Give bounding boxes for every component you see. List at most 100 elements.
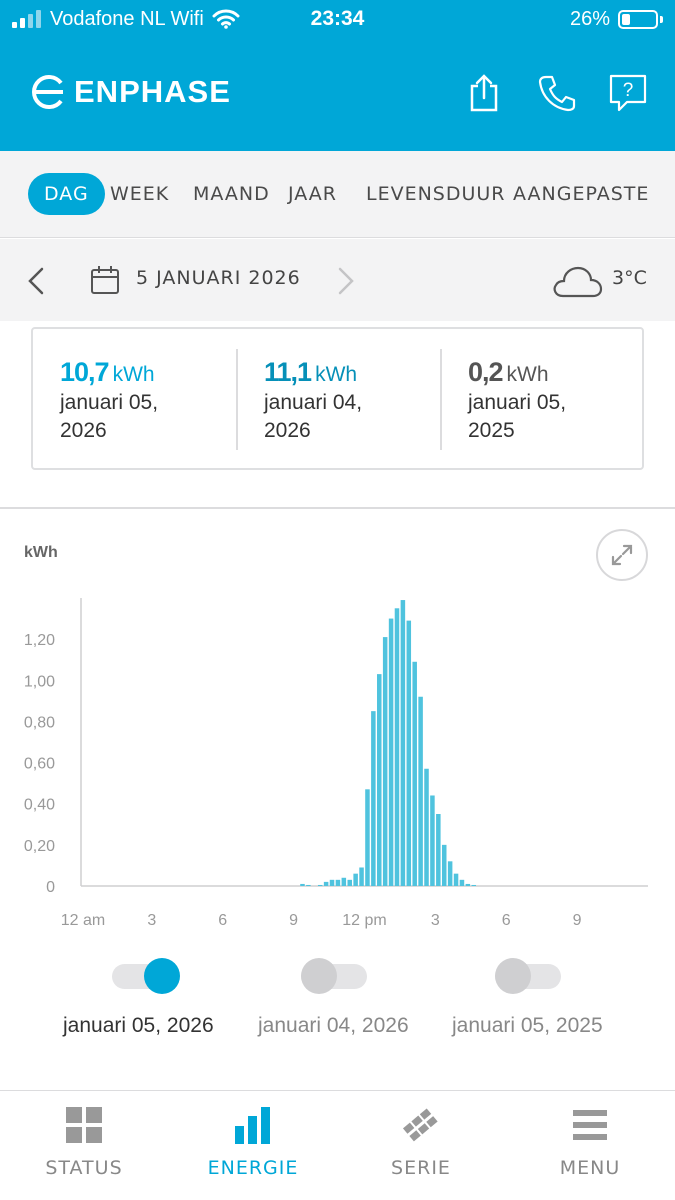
chart-bar — [394, 608, 400, 886]
phone-icon[interactable] — [538, 74, 576, 117]
previous-day-button[interactable] — [26, 267, 46, 295]
hamburger-icon — [573, 1110, 607, 1140]
summary-date-line2: 2026 — [264, 419, 311, 442]
calendar-icon[interactable] — [90, 265, 120, 295]
bar-chart-icon — [235, 1107, 270, 1144]
chart-y-tick-label: 1,20 — [24, 632, 55, 649]
tab-aangepaste[interactable]: AANGEPASTE — [513, 173, 649, 215]
chart-bar — [430, 795, 435, 886]
chart-x-tick-label: 12 pm — [342, 912, 386, 929]
summary-value: 11,1 — [264, 357, 312, 387]
nav-menu-label: MENU — [559, 1157, 621, 1179]
legend-label-last-year: januari 05, 2025 — [452, 1014, 603, 1037]
battery-percent: 26% — [569, 8, 610, 30]
tab-jaar[interactable]: JAAR — [288, 173, 337, 215]
chart-bar — [382, 637, 388, 886]
legend-label-yesterday: januari 04, 2026 — [258, 1014, 409, 1037]
summary-value: 10,7 — [60, 357, 110, 387]
legend-toggle-last-year[interactable] — [495, 958, 563, 994]
chart-bar — [441, 844, 447, 886]
cloud-icon — [553, 266, 603, 298]
chart-y-tick-label: 0,40 — [24, 797, 55, 814]
chart-y-tick-label: 1,00 — [24, 673, 55, 690]
chart-bar — [323, 881, 329, 886]
nav-energie[interactable]: ENERGIE — [169, 1106, 337, 1179]
bottom-nav-divider — [0, 1090, 675, 1091]
chart-y-axis-label: kWh — [24, 544, 58, 561]
tab-levensduur[interactable]: LEVENSDUUR — [366, 173, 506, 215]
chart-bar — [418, 696, 423, 886]
chart-y-tick-label: 0 — [46, 879, 55, 896]
chart-bar — [424, 768, 429, 886]
chart-bar — [388, 618, 394, 886]
expand-icon — [611, 544, 633, 566]
summary-date-line1: januari 04, — [264, 391, 363, 414]
chart-bar — [317, 884, 323, 886]
legend-toggle-today[interactable] — [112, 958, 180, 994]
chart-x-tick-label: 3 — [147, 912, 156, 929]
chart-bar — [329, 879, 335, 886]
legend-toggle-yesterday[interactable] — [301, 958, 369, 994]
chart-bar — [341, 877, 347, 886]
help-glyph: ? — [623, 80, 634, 101]
nav-energie-label: ENERGIE — [207, 1157, 299, 1179]
battery-icon — [618, 9, 658, 29]
next-day-button[interactable] — [336, 267, 356, 295]
summary-date-line2: 2025 — [468, 419, 515, 442]
enphase-logo-icon — [32, 75, 63, 109]
chart-bar — [353, 873, 358, 886]
enphase-logo: ENPHASE — [30, 74, 231, 110]
chart-x-tick-label: 9 — [289, 912, 298, 929]
tab-maand[interactable]: MAAND — [193, 173, 270, 215]
solar-panel-icon — [402, 1108, 438, 1142]
chart-bar — [406, 620, 412, 886]
nav-menu[interactable]: MENU — [506, 1106, 674, 1179]
grid-icon — [66, 1107, 102, 1143]
chart-bar — [365, 789, 370, 886]
share-icon[interactable] — [466, 74, 502, 117]
expand-chart-button[interactable] — [596, 529, 648, 581]
nav-serie[interactable]: SERIE — [337, 1106, 505, 1179]
nav-status[interactable]: STATUS — [0, 1106, 168, 1179]
chart-y-tick-label: 0,60 — [24, 756, 55, 773]
summary-unit: kWh — [315, 363, 358, 386]
app-header: Vodafone NL Wifi 23:34 26% ENPHASE ? — [0, 0, 675, 151]
chart-bar — [347, 879, 352, 886]
summary-unit: kWh — [112, 363, 155, 386]
chart-bar — [306, 884, 311, 886]
tab-dag[interactable]: DAG — [28, 173, 105, 215]
chart-bar — [453, 873, 459, 886]
summary-unit: kWh — [506, 363, 549, 386]
chart-x-tick-label: 9 — [573, 912, 582, 929]
chart-bar — [377, 674, 382, 886]
selected-date[interactable]: 5 JANUARI 2026 — [136, 267, 301, 289]
chart-bar — [300, 883, 305, 886]
chart-x-tick-label: 6 — [502, 912, 511, 929]
chart-x-tick-label: 12 am — [61, 912, 105, 929]
energy-summary-card: 10,7 kWh januari 05, 2026 11,1 kWh januari… — [31, 327, 644, 470]
nav-serie-label: SERIE — [391, 1157, 451, 1179]
chart-x-tick-label: 3 — [431, 912, 440, 929]
chart-bar — [447, 861, 453, 886]
legend-label-today: januari 05, 2026 — [63, 1014, 214, 1037]
tab-week[interactable]: WEEK — [110, 173, 169, 215]
help-icon[interactable]: ? — [609, 74, 647, 117]
chart-bar — [371, 711, 376, 886]
period-tabs: DAG WEEK MAAND JAAR LEVENSDUUR AANGEPAST… — [0, 151, 675, 238]
summary-value: 0,2 — [468, 357, 504, 387]
chart-y-tick-label: 0,20 — [24, 838, 55, 855]
chart-bar — [400, 600, 406, 886]
chart-bar — [471, 884, 477, 886]
logo-text: ENPHASE — [74, 74, 231, 109]
chart-bar — [459, 879, 465, 886]
chart-bar — [412, 661, 417, 886]
summary-today: 10,7 kWh januari 05, 2026 — [60, 357, 240, 444]
date-navigator: 5 JANUARI 2026 3°C — [0, 239, 675, 321]
summary-date-line1: januari 05, — [60, 391, 159, 414]
chart-bar — [465, 883, 471, 886]
nav-status-label: STATUS — [45, 1157, 123, 1179]
chart-y-tick-label: 0,80 — [24, 714, 55, 731]
section-divider — [0, 507, 675, 509]
chart-bar — [436, 814, 441, 886]
status-battery: 26% — [570, 0, 663, 38]
